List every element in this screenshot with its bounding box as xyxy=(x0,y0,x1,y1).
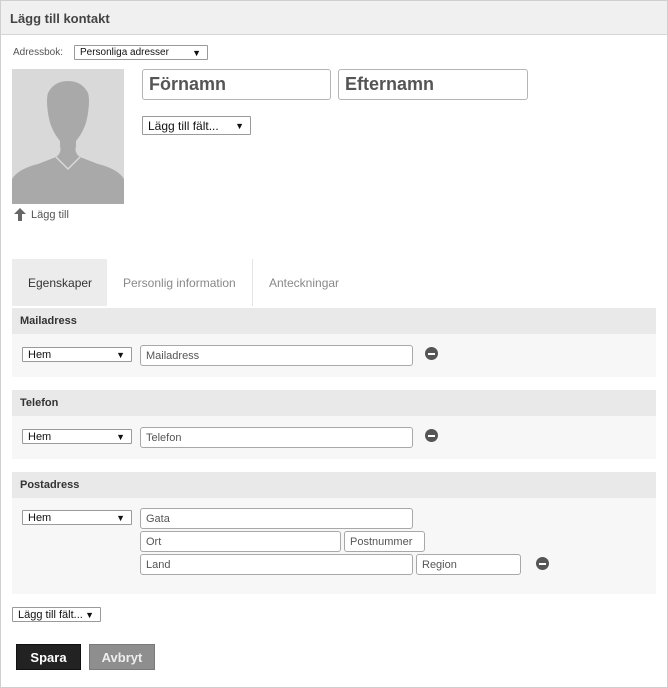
tab-personal-information[interactable]: Personlig information xyxy=(107,259,252,306)
save-button-label: Spara xyxy=(30,649,67,665)
email-type-value: Hem xyxy=(28,348,52,361)
add-field-select-top-value: Lägg till fält... xyxy=(148,118,219,133)
email-section-title: Mailadress xyxy=(12,308,656,334)
street-input[interactable]: Gata xyxy=(140,508,413,529)
email-type-select[interactable]: Hem ▼ xyxy=(22,347,132,362)
phone-section-title: Telefon xyxy=(12,390,656,416)
remove-address-icon[interactable] xyxy=(536,557,549,570)
add-field-select-top[interactable]: Lägg till fält... ▼ xyxy=(142,116,251,135)
country-input[interactable]: Land xyxy=(140,554,413,575)
save-button[interactable]: Spara xyxy=(16,644,81,670)
country-placeholder: Land xyxy=(146,558,171,571)
tab-properties-label: Egenskaper xyxy=(28,275,93,290)
add-field-select-bottom-value: Lägg till fält... xyxy=(18,608,83,621)
region-input[interactable]: Region xyxy=(416,554,521,575)
email-input[interactable]: Mailadress xyxy=(140,345,413,366)
region-placeholder: Region xyxy=(422,558,457,571)
first-name-input[interactable]: Förnamn xyxy=(142,69,331,100)
chevron-down-icon: ▼ xyxy=(235,120,244,131)
cancel-button[interactable]: Avbryt xyxy=(89,644,155,670)
arrow-up-icon xyxy=(14,208,26,221)
address-section-title: Postadress xyxy=(12,472,656,498)
zip-placeholder: Postnummer xyxy=(350,535,413,548)
tab-notes-label: Anteckningar xyxy=(269,275,340,290)
add-contact-dialog: Lägg till kontakt Adressbok: Personliga … xyxy=(0,0,668,688)
addressbook-select[interactable]: Personliga adresser ▼ xyxy=(74,45,208,60)
city-placeholder: Ort xyxy=(146,535,162,548)
address-type-select[interactable]: Hem ▼ xyxy=(22,510,132,525)
upload-photo-button[interactable]: Lägg till xyxy=(14,208,69,221)
last-name-placeholder: Efternamn xyxy=(345,74,435,94)
tab-notes[interactable]: Anteckningar xyxy=(252,259,354,306)
cancel-button-label: Avbryt xyxy=(101,649,143,665)
upload-photo-label: Lägg till xyxy=(31,208,69,221)
dialog-title: Lägg till kontakt xyxy=(10,11,110,26)
remove-phone-icon[interactable] xyxy=(425,429,438,442)
remove-email-icon[interactable] xyxy=(425,347,438,360)
addressbook-selected-value: Personliga adresser xyxy=(80,47,169,58)
contact-photo[interactable] xyxy=(12,69,124,204)
address-type-value: Hem xyxy=(28,511,52,524)
phone-type-value: Hem xyxy=(28,430,52,443)
chevron-down-icon: ▼ xyxy=(116,349,125,360)
chevron-down-icon: ▼ xyxy=(116,512,125,523)
phone-type-select[interactable]: Hem ▼ xyxy=(22,429,132,444)
last-name-input[interactable]: Efternamn xyxy=(338,69,528,100)
add-field-select-bottom[interactable]: Lägg till fält... ▼ xyxy=(12,607,101,622)
person-silhouette-icon xyxy=(12,69,124,204)
tab-properties[interactable]: Egenskaper xyxy=(12,259,107,306)
street-placeholder: Gata xyxy=(146,512,170,525)
contact-tabs: Egenskaper Personlig information Anteckn… xyxy=(12,259,354,306)
phone-section: Telefon xyxy=(12,390,656,459)
chevron-down-icon: ▼ xyxy=(85,609,94,620)
first-name-placeholder: Förnamn xyxy=(149,74,227,94)
email-placeholder: Mailadress xyxy=(146,349,200,362)
chevron-down-icon: ▼ xyxy=(192,47,201,58)
addressbook-label: Adressbok: xyxy=(13,47,64,58)
city-input[interactable]: Ort xyxy=(140,531,341,552)
zip-input[interactable]: Postnummer xyxy=(344,531,425,552)
tab-personal-information-label: Personlig information xyxy=(123,275,236,290)
email-section: Mailadress xyxy=(12,308,656,377)
phone-placeholder: Telefon xyxy=(146,431,182,444)
phone-input[interactable]: Telefon xyxy=(140,427,413,448)
chevron-down-icon: ▼ xyxy=(116,431,125,442)
dialog-titlebar: Lägg till kontakt xyxy=(1,1,667,35)
